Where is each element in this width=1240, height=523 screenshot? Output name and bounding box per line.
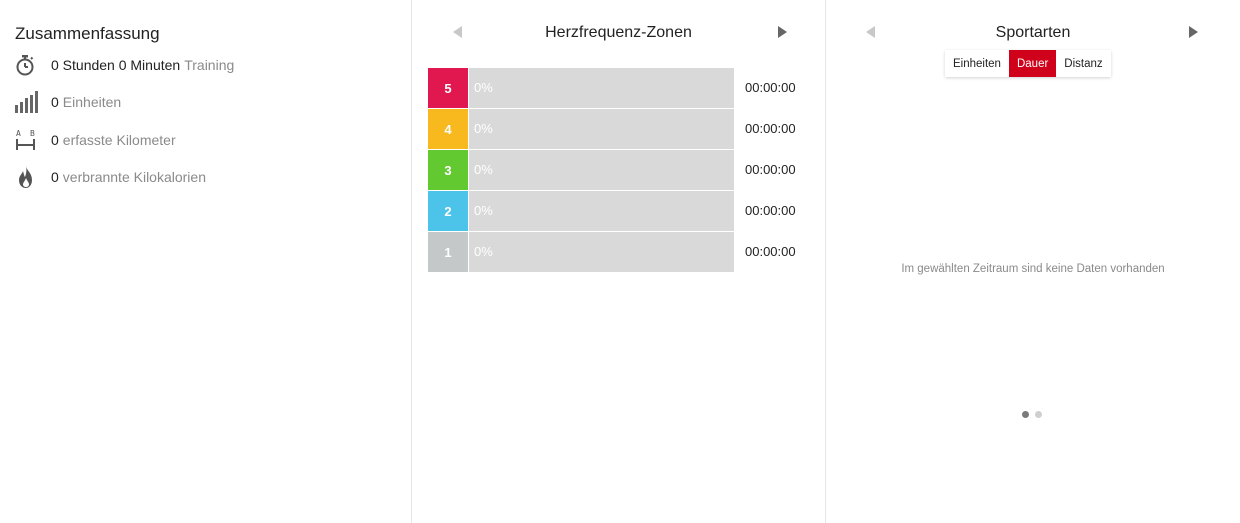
training-duration-value: 0 Stunden 0 Minuten [51, 57, 181, 73]
hr-zone-time: 00:00:00 [745, 121, 796, 136]
hr-zone-number: 3 [428, 150, 468, 190]
bar-chart-icon [14, 89, 42, 115]
distance-icon-letter-b: B [30, 129, 35, 138]
pager-dot-2[interactable] [1035, 411, 1042, 418]
hr-zone-row: 3 0% [428, 150, 734, 190]
hr-zone-row: 5 0% [428, 68, 734, 108]
hr-zone-row: 2 0% [428, 191, 734, 231]
hr-zone-bar: 0% [469, 191, 734, 231]
hr-zone-percent: 0% [474, 80, 493, 95]
sports-next-arrow-icon[interactable] [1185, 24, 1201, 40]
hr-zone-row: 1 0% [428, 232, 734, 272]
hr-zone-time: 00:00:00 [745, 203, 796, 218]
distance-icon-letter-a: A [16, 129, 21, 138]
summary-panel: Zusammenfassung 0 Stunden 0 Minuten Trai… [0, 0, 412, 523]
calories-label: verbrannte Kilokalorien [62, 169, 206, 185]
hr-zone-row: 4 0% [428, 109, 734, 149]
hr-zone-number: 4 [428, 109, 468, 149]
flame-icon [14, 164, 42, 190]
hr-zone-percent: 0% [474, 203, 493, 218]
hr-zones-title: Herzfrequenz-Zonen [545, 24, 692, 41]
hr-zone-number: 5 [428, 68, 468, 108]
summary-title: Zusammenfassung [15, 24, 160, 43]
calories-value: 0 [51, 169, 59, 185]
sports-panel: Sportarten Einheiten Dauer Distanz Im ge… [826, 0, 1240, 523]
carousel-pager [1022, 411, 1042, 418]
hr-zone-bar: 0% [469, 150, 734, 190]
pager-dot-1[interactable] [1022, 411, 1029, 418]
sports-metric-toggle: Einheiten Dauer Distanz [945, 50, 1111, 77]
sports-title: Sportarten [995, 24, 1071, 41]
distance-label: erfasste Kilometer [62, 132, 176, 148]
summary-row-sessions: 0 Einheiten [14, 89, 121, 115]
hr-zone-time: 00:00:00 [745, 244, 796, 259]
hr-zone-number: 2 [428, 191, 468, 231]
toggle-dauer-button[interactable]: Dauer [1008, 50, 1057, 77]
hr-zone-time: 00:00:00 [745, 80, 796, 95]
toggle-einheiten-button[interactable]: Einheiten [945, 50, 1009, 77]
distance-icon: A B [14, 127, 42, 153]
hr-zone-number: 1 [428, 232, 468, 272]
training-label: Training [184, 57, 235, 73]
stopwatch-icon [14, 52, 42, 78]
hr-zone-bar: 0% [469, 232, 734, 272]
hr-zone-bar: 0% [469, 68, 734, 108]
hr-next-arrow-icon[interactable] [774, 24, 790, 40]
toggle-distanz-button[interactable]: Distanz [1056, 50, 1111, 77]
sessions-label: Einheiten [62, 94, 122, 110]
hr-zone-percent: 0% [474, 121, 493, 136]
sessions-value: 0 [51, 94, 59, 110]
summary-row-distance: A B 0 erfasste Kilometer [14, 127, 176, 153]
hr-zone-bar: 0% [469, 109, 734, 149]
hr-zone-time: 00:00:00 [745, 162, 796, 177]
summary-row-calories: 0 verbrannte Kilokalorien [14, 164, 206, 190]
distance-value: 0 [51, 132, 59, 148]
summary-row-training: 0 Stunden 0 Minuten Training [14, 52, 234, 78]
hr-zone-percent: 0% [474, 244, 493, 259]
no-data-message: Im gewählten Zeitraum sind keine Daten v… [901, 263, 1165, 275]
hr-zone-percent: 0% [474, 162, 493, 177]
heart-rate-zones-panel: Herzfrequenz-Zonen 5 0% 00:00:00 4 0% 00:00:0… [412, 0, 826, 523]
